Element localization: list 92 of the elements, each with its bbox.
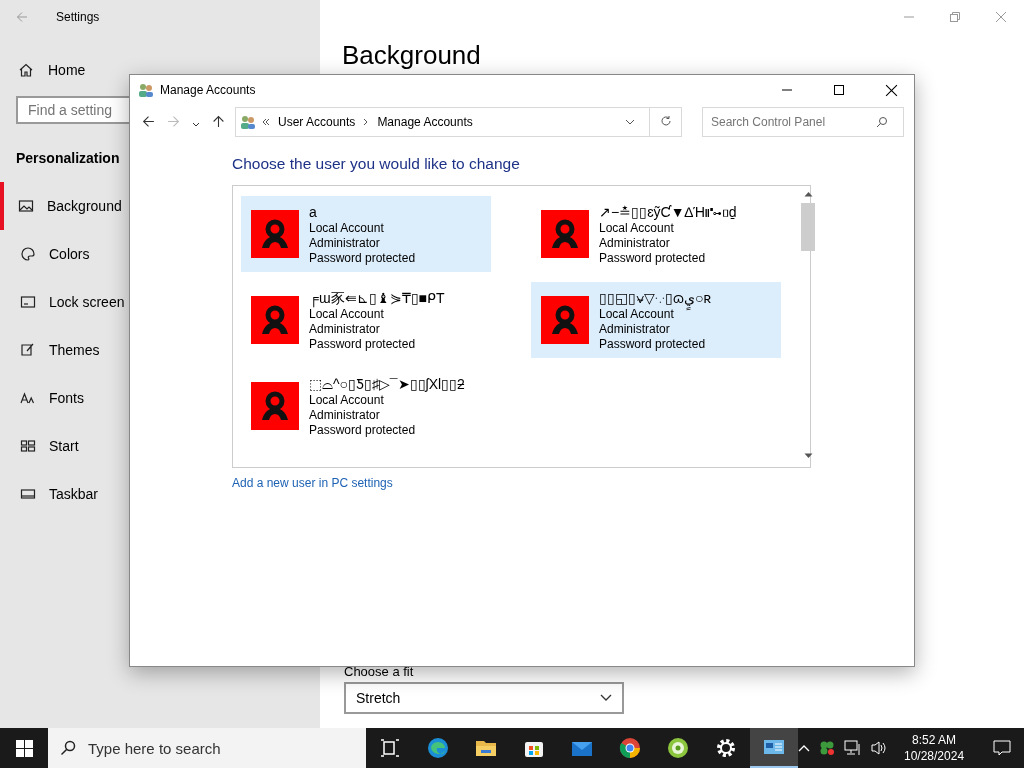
account-type: Local Account <box>309 220 385 236</box>
account-role: Administrator <box>309 235 381 251</box>
account-type: Local Account <box>599 220 675 236</box>
taskbar-app-button[interactable] <box>750 728 798 768</box>
sidebar-item[interactable]: Fonts <box>0 374 84 422</box>
account-tile[interactable]: ╒ɯ豕⇚⊾▯♝⋟₸▯■ᑭT Local Account Administrator Password protected <box>241 282 491 358</box>
dialog-title: Manage Accounts <box>160 83 256 97</box>
account-name: ╒ɯ豕⇚⊾▯♝⋟₸▯■ᑭT <box>309 288 445 307</box>
account-security: Password protected <box>309 422 417 438</box>
settings-icon[interactable] <box>714 736 738 760</box>
account-name: ↗−≛▯▯ɛỹƇ▼∆Ή⑈⊶▯ḏ <box>599 202 737 221</box>
users-icon <box>138 82 154 98</box>
account-tile[interactable]: ⬚⌓^○▯Ƽ▯♯▷¯➤▯▯ʃXl▯▯ƻ Local Account Administrator Password protected <box>241 368 491 444</box>
add-user-link[interactable]: Add a new user in PC settings <box>232 476 393 490</box>
network-icon[interactable] <box>844 740 862 756</box>
sidebar-item[interactable]: Themes <box>0 326 100 374</box>
clover-icon[interactable] <box>818 739 836 757</box>
section-heading: Personalization <box>16 150 120 166</box>
breadcrumb-item[interactable]: Manage Accounts <box>375 115 475 129</box>
brush-icon <box>20 342 36 358</box>
window-title: Settings <box>56 10 100 24</box>
sidebar-item[interactable]: Background <box>0 182 122 230</box>
windows-logo-icon <box>15 739 33 757</box>
search-icon <box>60 740 76 756</box>
page-heading: Background <box>342 39 481 72</box>
palette-icon <box>20 246 36 262</box>
back-arrow-icon <box>142 114 155 128</box>
sidebar-item[interactable]: Lock screen <box>0 278 125 326</box>
users-icon <box>240 114 256 130</box>
chevron-right-icon <box>363 118 370 126</box>
chevron-up-icon[interactable] <box>798 744 810 752</box>
account-role: Administrator <box>599 321 671 337</box>
close-icon <box>884 83 898 97</box>
caret-icon <box>192 121 200 128</box>
clock-time[interactable]: 8:52 AM <box>912 732 957 748</box>
maximize-icon <box>833 84 845 96</box>
account-tile[interactable]: a Local Account Administrator Password protected <box>241 196 491 272</box>
user-avatar-icon <box>251 210 299 258</box>
bar-icon <box>20 486 36 502</box>
taskbar-search-field[interactable]: Type here to search <box>48 728 366 768</box>
disc-icon[interactable] <box>666 736 690 760</box>
edge-icon[interactable] <box>426 736 450 760</box>
sidebar-item[interactable]: Colors <box>0 230 90 278</box>
scroll-down-icon[interactable] <box>803 453 813 459</box>
home-icon <box>18 62 34 78</box>
back-arrow-icon <box>16 11 28 23</box>
account-name: a <box>309 202 318 221</box>
sidebar-item[interactable]: Taskbar <box>0 470 99 518</box>
account-type: Local Account <box>309 306 385 322</box>
sidebar-item[interactable]: Start <box>0 422 79 470</box>
dropdown-caret-icon[interactable] <box>625 119 635 125</box>
forward-arrow-icon <box>167 114 180 128</box>
account-role: Administrator <box>599 235 671 251</box>
account-role: Administrator <box>309 321 381 337</box>
user-avatar-icon <box>251 296 299 344</box>
account-tile[interactable]: ↗−≛▯▯ɛỹƇ▼∆Ή⑈⊶▯ḏ Local Account Administrator Password protected <box>531 196 781 272</box>
close-icon <box>995 11 1007 23</box>
account-security: Password protected <box>309 250 416 266</box>
breadcrumb-item[interactable]: User Accounts <box>276 115 358 129</box>
scrollbar-thumb[interactable] <box>801 203 815 251</box>
screen-icon <box>20 294 36 310</box>
caret-icon <box>600 694 612 702</box>
user-avatar-icon <box>251 382 299 430</box>
fit-dropdown[interactable]: Stretch <box>344 682 624 714</box>
clock-date[interactable]: 10/28/2024 <box>904 748 965 764</box>
account-security: Password protected <box>599 336 707 352</box>
user-avatar-icon <box>541 210 589 258</box>
user-avatar-icon <box>541 296 589 344</box>
volume-icon[interactable] <box>870 740 888 756</box>
picture-icon <box>18 198 34 214</box>
account-type: Local Account <box>599 306 674 322</box>
chrome-icon[interactable] <box>618 736 642 760</box>
scroll-up-icon[interactable] <box>803 191 813 197</box>
account-security: Password protected <box>309 336 417 352</box>
taskview-icon[interactable] <box>378 736 402 760</box>
account-role: Administrator <box>309 407 381 423</box>
notification-icon[interactable] <box>993 740 1012 756</box>
home-link[interactable]: Home <box>48 62 86 78</box>
account-type: Local Account <box>309 392 385 408</box>
fit-label: Choose a fit <box>344 664 414 679</box>
page-heading: Choose the user you would like to change <box>232 155 521 173</box>
search-field[interactable]: Search Control Panel <box>702 107 904 137</box>
address-bar[interactable]: User Accounts Manage Accounts <box>235 107 682 137</box>
account-security: Password protected <box>599 250 707 266</box>
grid-icon <box>20 438 36 454</box>
fonts-icon <box>20 390 36 406</box>
refresh-icon <box>659 114 672 127</box>
restore-icon <box>949 11 961 23</box>
search-icon <box>876 116 888 128</box>
account-name: ⬚⌓^○▯Ƽ▯♯▷¯➤▯▯ʃXl▯▯ƻ <box>309 374 465 393</box>
overflow-chevron-icon <box>262 118 270 126</box>
up-arrow-icon <box>212 114 225 128</box>
